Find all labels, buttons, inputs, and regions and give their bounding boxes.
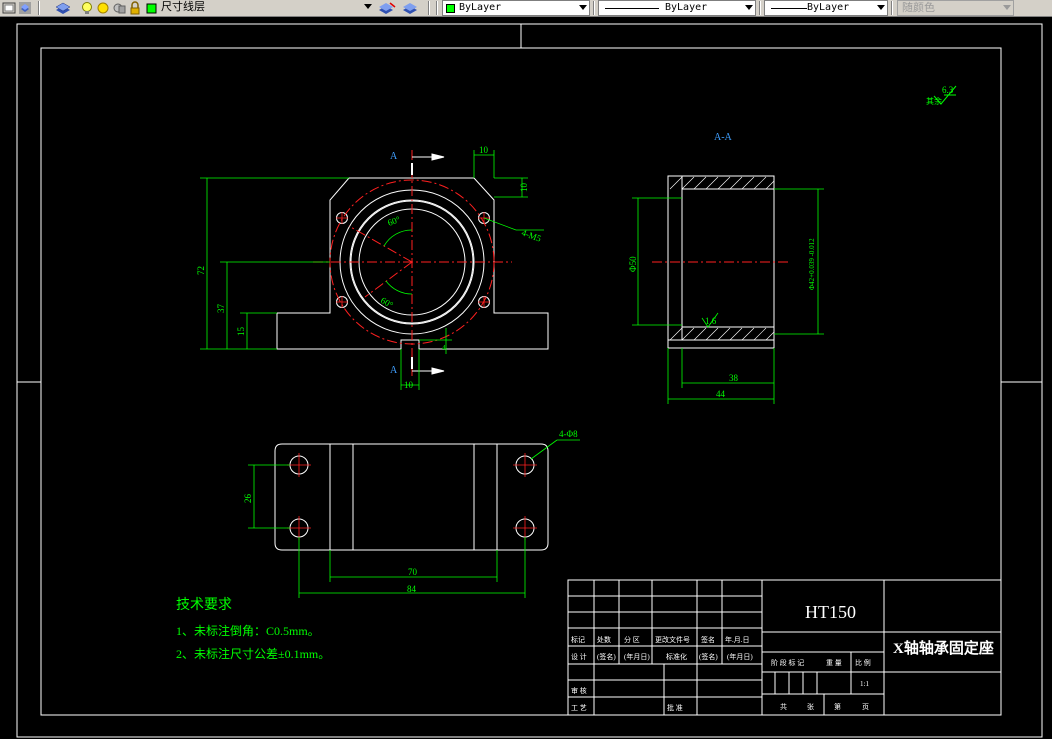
sheet-number: 第 xyxy=(834,702,841,711)
roughness-value: 6.3 xyxy=(942,85,954,95)
tech-note-2: 2、未标注尺寸公差±0.1mm。 xyxy=(176,646,330,661)
dim-26: 26 xyxy=(243,494,253,504)
dim-angle-bottom: 60° xyxy=(379,295,395,310)
tech-note-1: 1、未标注倒角：C0.5mm。 xyxy=(176,623,320,638)
review-label: 审 核 xyxy=(571,686,587,695)
part-name: X轴轴承固定座 xyxy=(893,639,994,657)
dim-72: 72 xyxy=(196,266,206,275)
top-view: 26 70 84 4-Φ8 xyxy=(243,429,580,598)
dim-angle-top: 60° xyxy=(386,214,402,228)
sheet-number-unit: 页 xyxy=(862,703,869,711)
row-label-mark: 标记 xyxy=(571,635,585,644)
drawing-canvas[interactable]: 其余 6.3 A A 10 10 60° 60° 4-M5 72 37 15 4… xyxy=(0,0,1052,739)
scale-value: 1:1 xyxy=(860,680,869,688)
front-view: A A 10 10 60° 60° 4-M5 72 37 15 4 10 xyxy=(196,145,549,390)
dim-44: 44 xyxy=(716,389,726,399)
roughness-note: 其余 xyxy=(926,96,942,106)
sheet-total: 共 xyxy=(780,702,787,711)
dim-37: 37 xyxy=(216,304,226,314)
title-block: HT150 X轴轴承固定座 1:1 标记 处数 分 区 更改文件号 签名 年.月… xyxy=(567,579,1002,716)
row-label-zone: 分 区 xyxy=(624,635,640,644)
technical-requirements: 技术要求 1、未标注倒角：C0.5mm。 2、未标注尺寸公差±0.1mm。 xyxy=(176,597,330,661)
dim-10-top: 10 xyxy=(479,145,489,155)
section-roughness: 1.6 xyxy=(705,316,717,326)
section-label: A-A xyxy=(714,132,733,143)
dim-10-bottom: 10 xyxy=(404,380,414,390)
dim-10-side: 10 xyxy=(519,183,529,193)
cut-label-top: A xyxy=(390,151,398,162)
standardization-label: 标准化 xyxy=(666,652,687,661)
section-hatch xyxy=(669,176,775,341)
row-label-sign: 签名 xyxy=(701,635,715,644)
design-label: 设 计 xyxy=(571,652,587,661)
dim-15: 15 xyxy=(236,327,246,337)
process-label: 工 艺 xyxy=(571,704,587,712)
design-date: (年月日) xyxy=(624,652,650,661)
material-label: HT150 xyxy=(805,602,856,622)
stage-mark-header: 阶 段 标 记 xyxy=(771,658,804,667)
sheet-border xyxy=(16,23,1043,738)
dim-bore-tolerance: Φ42+0.039 -0.012 xyxy=(808,238,816,290)
design-sign: (签名) xyxy=(597,652,616,661)
tech-title: 技术要求 xyxy=(176,597,232,613)
weight-header: 重 量 xyxy=(826,659,842,667)
cut-label-bottom: A xyxy=(390,365,398,376)
approve-label: 批 准 xyxy=(667,703,683,712)
row-label-count: 处数 xyxy=(597,635,611,644)
dim-holes-phi8: 4-Φ8 xyxy=(559,429,578,439)
dim-4: 4 xyxy=(442,344,446,352)
row-label-change-doc: 更改文件号 xyxy=(655,635,690,644)
dim-70: 70 xyxy=(408,567,418,577)
standardization-date: (年月日) xyxy=(727,652,753,661)
dim-38: 38 xyxy=(729,373,739,383)
dim-84: 84 xyxy=(407,584,417,594)
standardization-sign: (签名) xyxy=(699,652,718,661)
sheet-total-unit: 张 xyxy=(807,702,814,711)
roughness-symbol-general: 其余 6.3 xyxy=(926,85,957,106)
section-view-a-a: A-A Φ50 Φ42+0.039 -0.012 1.6 38 44 xyxy=(628,132,824,404)
dim-phi50: Φ50 xyxy=(628,256,638,272)
row-label-date: 年.月.日 xyxy=(725,635,750,644)
scale-header: 比 例 xyxy=(855,658,871,667)
